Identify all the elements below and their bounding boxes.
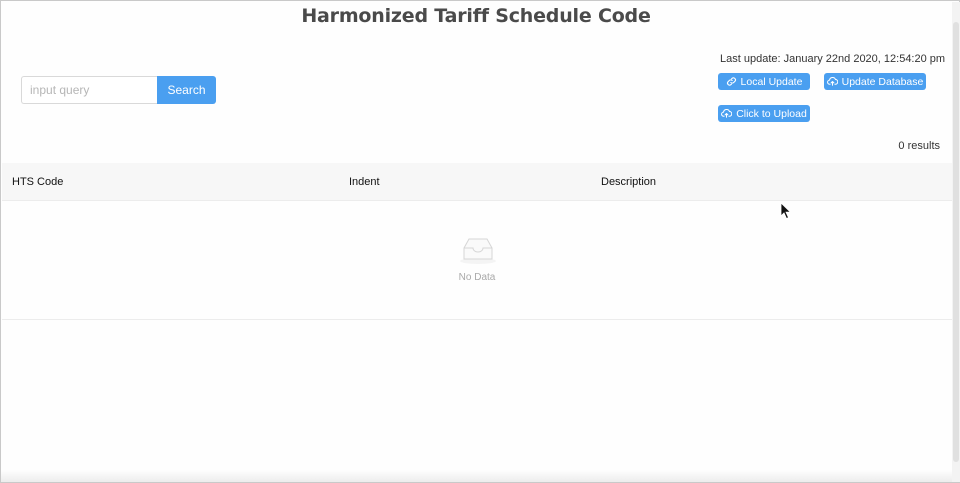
table-empty-state: No Data bbox=[2, 201, 952, 320]
vertical-scrollbar[interactable] bbox=[952, 2, 960, 482]
search-bar: Search bbox=[21, 76, 216, 104]
local-update-label: Local Update bbox=[740, 75, 803, 88]
column-header-description[interactable]: Description bbox=[601, 176, 656, 188]
app-window: Harmonized Tariff Schedule Code Search L… bbox=[0, 0, 960, 483]
results-table: HTS Code Indent Description No Data bbox=[2, 163, 952, 320]
mouse-cursor-icon bbox=[780, 202, 792, 220]
bottom-edge-shadow bbox=[1, 470, 952, 482]
column-header-hts-code[interactable]: HTS Code bbox=[12, 176, 63, 188]
link-icon bbox=[726, 76, 737, 87]
click-to-upload-label: Click to Upload bbox=[736, 107, 807, 120]
column-header-indent[interactable]: Indent bbox=[349, 176, 380, 188]
update-database-label: Update Database bbox=[841, 75, 924, 88]
update-database-button[interactable]: Update Database bbox=[824, 73, 926, 90]
no-data-text: No Data bbox=[458, 272, 496, 283]
search-input[interactable] bbox=[21, 76, 157, 104]
cloud-upload-icon bbox=[826, 76, 838, 87]
table-header: HTS Code Indent Description bbox=[2, 163, 952, 201]
last-update-text: Last update: January 22nd 2020, 12:54:20… bbox=[720, 53, 946, 65]
page-title: Harmonized Tariff Schedule Code bbox=[301, 5, 651, 27]
cloud-upload-icon bbox=[721, 108, 733, 119]
scrollbar-thumb[interactable] bbox=[953, 22, 959, 462]
click-to-upload-button[interactable]: Click to Upload bbox=[718, 105, 810, 122]
search-button[interactable]: Search bbox=[157, 76, 216, 104]
local-update-button[interactable]: Local Update bbox=[718, 73, 810, 90]
results-count: 0 results bbox=[898, 140, 940, 152]
empty-inbox-icon bbox=[460, 238, 496, 264]
